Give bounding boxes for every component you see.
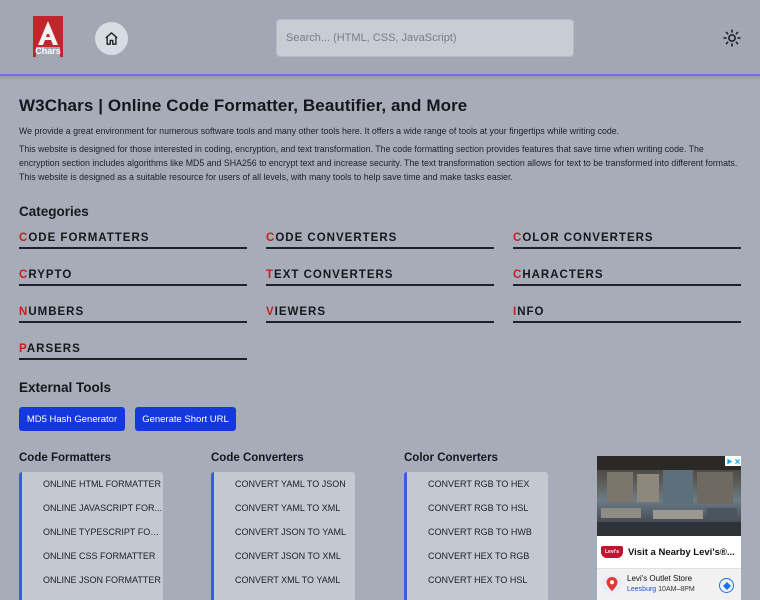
category-numbers[interactable]: NUMBERS <box>19 306 247 323</box>
ad-store-image <box>597 456 741 536</box>
top-navigation-bar: Chars <box>0 0 760 76</box>
category-crypto[interactable]: CRYPTO <box>19 269 247 286</box>
category-code-converters[interactable]: CODE CONVERTERS <box>266 232 494 249</box>
ad-close-button[interactable] <box>725 456 741 466</box>
page-title: W3Chars | Online Code Formatter, Beautif… <box>19 96 468 115</box>
list-item[interactable]: CONVERT RGB TO HSL <box>407 496 548 520</box>
search-input[interactable] <box>276 19 574 57</box>
list-item[interactable]: ONLINE JSON FORMATTER <box>22 568 163 592</box>
category-text-converters[interactable]: TEXT CONVERTERS <box>266 269 494 286</box>
list-item[interactable]: ONLINE CSS FORMATTER <box>22 544 163 568</box>
advertisement[interactable]: Levi's Visit a Nearby Levi's®... Levi's … <box>597 456 741 600</box>
category-color-converters[interactable]: COLOR CONVERTERS <box>513 232 741 249</box>
categories-heading: Categories <box>19 204 89 219</box>
category-characters[interactable]: CHARACTERS <box>513 269 741 286</box>
ad-headline: Visit a Nearby Levi's®... <box>628 546 735 558</box>
category-parsers[interactable]: PARSERS <box>19 343 247 360</box>
list-item[interactable]: CONVERT RGB TO HEX <box>407 472 548 496</box>
list-item[interactable]: CONVERT JSON TO XML <box>214 544 355 568</box>
logo-text: Chars <box>35 46 61 56</box>
list-item[interactable]: CONVERT YAML TO JSON <box>214 472 355 496</box>
map-pin-icon <box>603 575 621 593</box>
theme-toggle-button[interactable] <box>721 27 743 49</box>
close-icon <box>734 458 740 464</box>
category-code-formatters[interactable]: CODE FORMATTERS <box>19 232 247 249</box>
list-item[interactable]: CONVERT HEX TO HSL <box>407 568 548 592</box>
category-info[interactable]: INFO <box>513 306 741 323</box>
code-converters-column-title: Code Converters <box>211 452 304 464</box>
store-interior-illustration <box>597 456 741 536</box>
list-item[interactable]: CONVERT JSON TO YAML <box>214 520 355 544</box>
ad-store-hours: Leesburg 10AM–8PM <box>627 586 695 593</box>
category-viewers[interactable]: VIEWERS <box>266 306 494 323</box>
description-text: This website is designed for those inter… <box>19 144 738 182</box>
adchoices-icon <box>726 458 732 464</box>
list-item[interactable]: CONVERT XML TO JSON <box>214 592 355 600</box>
code-converters-list: CONVERT YAML TO JSON CONVERT YAML TO XML… <box>211 472 355 600</box>
home-icon <box>105 32 118 45</box>
list-item[interactable]: CONVERT HEX TO RGB <box>407 544 548 568</box>
list-item[interactable]: CONVERT YAML TO XML <box>214 496 355 520</box>
color-converters-column-title: Color Converters <box>404 452 498 464</box>
list-item[interactable]: ONLINE XML FORMATTER <box>22 592 163 600</box>
home-button[interactable] <box>95 22 128 55</box>
md5-hash-generator-button[interactable]: MD5 Hash Generator <box>19 407 125 431</box>
ad-store-name: Levi's Outlet Store <box>627 574 693 583</box>
list-item[interactable]: ONLINE HTML FORMATTER <box>22 472 163 496</box>
generate-short-url-button[interactable]: Generate Short URL <box>135 407 236 431</box>
color-converters-list: CONVERT RGB TO HEX CONVERT RGB TO HSL CO… <box>404 472 548 600</box>
code-formatters-list: ONLINE HTML FORMATTER ONLINE JAVASCRIPT … <box>19 472 163 600</box>
list-item[interactable]: ONLINE JAVASCRIPT FOR... <box>22 496 163 520</box>
list-item[interactable]: ONLINE TYPESCRIPT FOR... <box>22 520 163 544</box>
list-item[interactable]: CONVERT XML TO YAML <box>214 568 355 592</box>
external-tools-heading: External Tools <box>19 380 112 395</box>
list-item[interactable]: CONVERT HEX TO HWB <box>407 592 548 600</box>
code-formatters-column-title: Code Formatters <box>19 452 112 464</box>
ad-store-row: Levi's Outlet Store Leesburg 10AM–8PM <box>597 568 741 600</box>
intro-text: We provide a great environment for numer… <box>19 126 620 136</box>
levis-logo: Levi's <box>601 546 623 558</box>
ad-headline-row: Levi's Visit a Nearby Levi's®... <box>597 536 741 568</box>
sun-icon <box>723 29 741 47</box>
directions-icon[interactable] <box>719 578 734 593</box>
list-item[interactable]: CONVERT RGB TO HWB <box>407 520 548 544</box>
